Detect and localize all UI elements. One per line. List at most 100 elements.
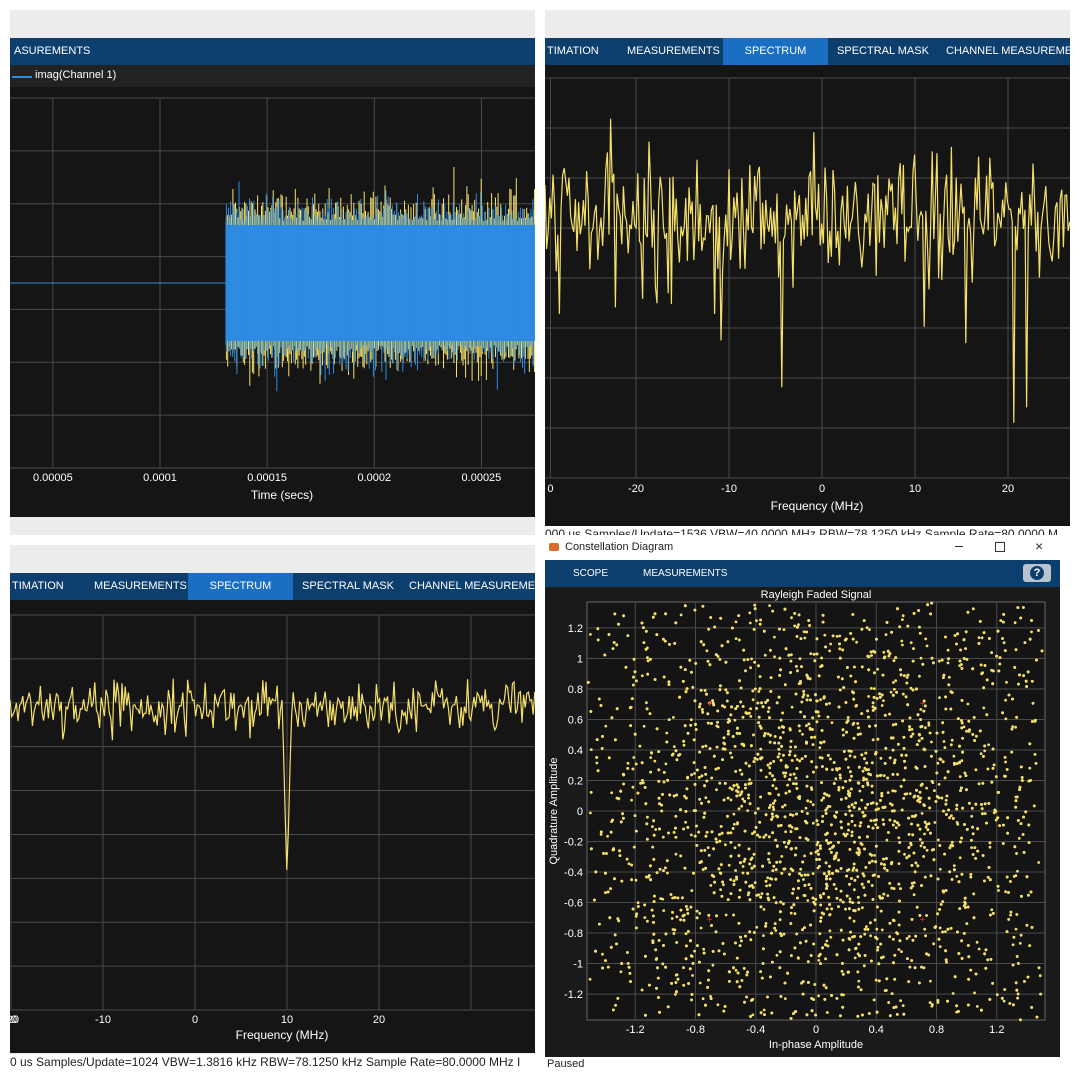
scatter-point (995, 654, 998, 658)
scatter-point (826, 831, 829, 835)
scatter-point (909, 641, 913, 645)
scatter-point (634, 762, 638, 766)
scatter-point (827, 872, 831, 876)
scatter-point (766, 698, 770, 702)
scatter-point (821, 820, 824, 823)
scatter-point (1033, 753, 1037, 756)
scatter-point (825, 874, 828, 878)
scatter-point (960, 663, 963, 666)
scatter-point (815, 699, 819, 703)
scatter-point (947, 657, 950, 661)
scatter-point (837, 905, 840, 908)
scatter-point (945, 794, 949, 798)
scatter-point (652, 921, 655, 924)
scatter-point (1022, 815, 1025, 819)
scatter-point (633, 732, 637, 736)
scatter-point (791, 891, 794, 895)
scatter-point (869, 819, 873, 822)
scatter-point (914, 861, 918, 865)
scatter-point (890, 630, 893, 634)
scatter-point (766, 896, 770, 900)
scatter-point (780, 744, 783, 748)
scatter-point (631, 785, 635, 789)
scatter-point (798, 657, 802, 661)
scatter-point (789, 922, 793, 925)
scatter-point (988, 841, 992, 845)
scatter-point (706, 712, 710, 716)
scatter-point (764, 924, 767, 928)
scatter-point (981, 781, 985, 785)
scatter-point (691, 962, 695, 965)
scatter-point (774, 877, 778, 881)
scatter-point (863, 932, 867, 936)
scatter-point (738, 985, 742, 989)
scatter-point (962, 638, 966, 642)
scatter-point (750, 866, 754, 870)
scatter-point (909, 886, 913, 890)
scatter-point (737, 807, 741, 811)
scatter-point (867, 695, 870, 698)
scatter-point (992, 763, 996, 767)
scatter-point (724, 688, 728, 692)
x-tick-label: -0.8 (686, 1024, 705, 1036)
scatter-point (693, 608, 697, 612)
scatter-point (878, 692, 881, 696)
scatter-point (885, 977, 889, 981)
scatter-point (869, 934, 872, 938)
scatter-point (903, 674, 906, 677)
scatter-point (844, 701, 848, 704)
scatter-point (997, 669, 1001, 673)
scatter-point (759, 618, 762, 622)
scatter-point (782, 867, 786, 871)
scatter-point (1011, 963, 1015, 967)
scatter-point (732, 966, 735, 970)
scatter-point (806, 812, 809, 815)
scatter-point (819, 919, 822, 923)
scatter-point (747, 796, 750, 800)
scatter-point (908, 965, 912, 969)
scatter-point (882, 822, 886, 826)
scatter-point (814, 898, 818, 901)
scatter-point (955, 803, 959, 807)
scatter-point (816, 840, 820, 844)
scatter-point (732, 883, 736, 886)
scatter-point (841, 972, 845, 976)
scatter-point (892, 1006, 896, 1009)
scatter-point (615, 707, 619, 711)
scatter-point (698, 981, 702, 985)
scatter-point (707, 800, 711, 804)
scatter-point (987, 802, 991, 805)
scatter-point (821, 620, 825, 624)
scatter-point (729, 892, 733, 895)
scatter-point (696, 768, 699, 772)
scatter-point (1032, 804, 1036, 808)
scatter-point (794, 853, 797, 857)
scatter-point (846, 719, 850, 723)
scatter-point (919, 844, 923, 848)
scatter-point (848, 848, 852, 851)
y-tick-label: -1.2 (564, 989, 583, 1001)
scatter-point (902, 1012, 906, 1016)
scatter-point (726, 796, 730, 800)
scatter-point (865, 761, 869, 765)
scatter-point (805, 630, 808, 634)
scatter-point (891, 736, 895, 740)
scatter-point (630, 863, 633, 867)
scatter-point (659, 897, 663, 900)
scatter-point (946, 999, 949, 1003)
scatter-point (948, 846, 952, 850)
scatter-point (897, 910, 901, 914)
scatter-point (846, 970, 850, 974)
scatter-point (953, 868, 956, 872)
scatter-point (984, 966, 988, 970)
scatter-point (739, 700, 743, 704)
scatter-point (979, 663, 983, 667)
scatter-point (898, 899, 901, 903)
scatter-point (805, 724, 808, 728)
scatter-point (643, 786, 647, 789)
scatter-point (859, 821, 863, 825)
scatter-point (787, 839, 791, 843)
scatter-point (840, 969, 844, 973)
scatter-point (665, 740, 669, 744)
scatter-point (735, 794, 739, 798)
